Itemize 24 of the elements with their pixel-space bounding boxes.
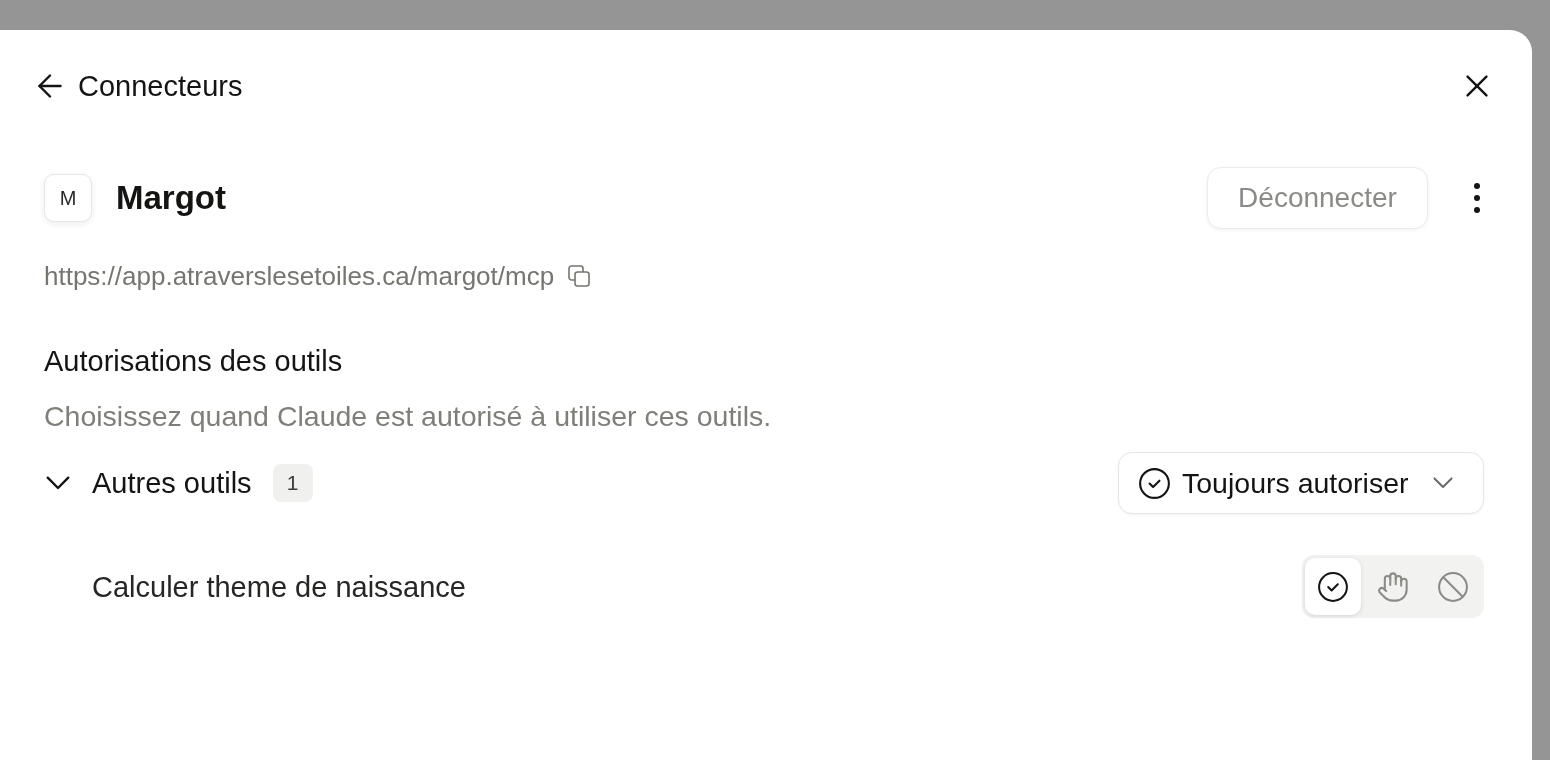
group-label: Autres outils (92, 466, 252, 500)
permission-option[interactable] (1305, 558, 1361, 615)
close-button[interactable] (1466, 75, 1488, 97)
check-circle-icon (1139, 467, 1170, 499)
connector-name: Margot (116, 178, 226, 218)
hand-icon (1378, 571, 1408, 602)
copy-icon (568, 265, 591, 287)
policy-dropdown[interactable]: Toujours autoriser (1118, 452, 1484, 514)
page-title: Connecteurs (78, 69, 243, 103)
connector-url: https://app.atraverslesetoiles.ca/margot/mcp (44, 261, 555, 291)
section-title: Autorisations des outils (44, 345, 343, 377)
close-icon (1466, 75, 1488, 97)
check-circle-icon (1318, 571, 1348, 602)
connector-avatar: M (44, 174, 92, 222)
back-link[interactable]: Connecteurs (38, 69, 243, 103)
prohibited-icon (1438, 571, 1468, 602)
count-badge: 1 (272, 464, 313, 502)
caret-icon (1433, 477, 1453, 489)
group-toggle[interactable]: Autres outils (46, 466, 252, 500)
more-options-button[interactable] (1474, 183, 1480, 213)
section-description: Choisissez quand Claude est autorisé à utiliser ces outils. (44, 400, 772, 432)
tool-name: Calculer theme de naissance (92, 569, 466, 604)
copy-button[interactable] (568, 265, 591, 287)
vertical-dots-icon (1474, 183, 1480, 213)
